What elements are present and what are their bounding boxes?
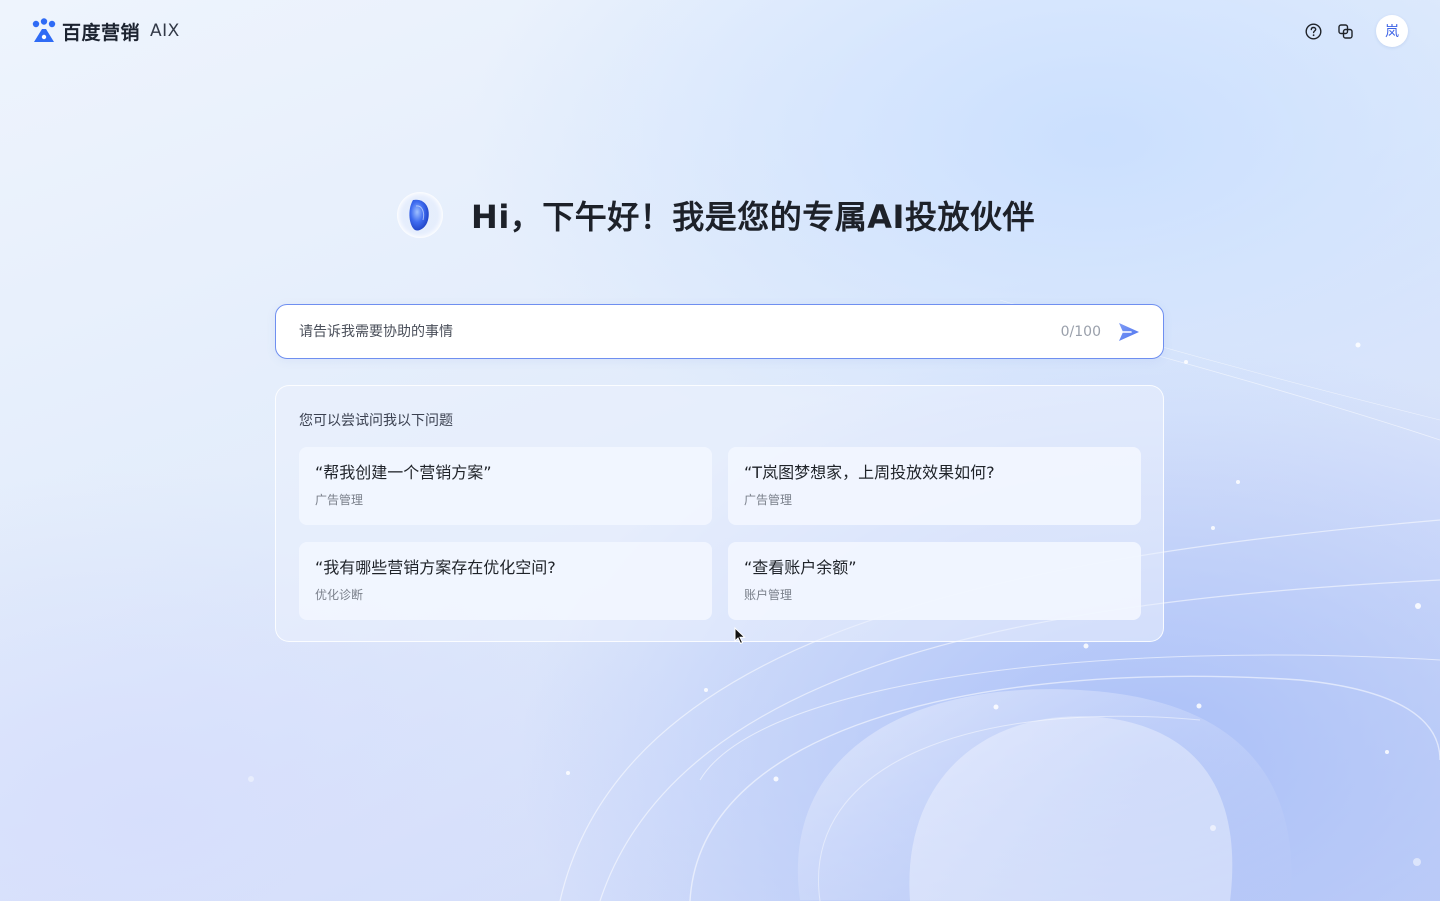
header-actions: 岚 <box>1304 15 1408 47</box>
send-icon <box>1119 322 1139 341</box>
brand-logo[interactable]: 百度营销 AIX <box>30 18 180 45</box>
suggestion-question: “帮我创建一个营销方案” <box>315 463 492 482</box>
suggestion-category: 账户管理 <box>744 588 793 602</box>
mouse-cursor-icon <box>734 627 746 645</box>
send-button[interactable] <box>1117 320 1141 344</box>
brand-name: 百度营销 <box>62 21 141 44</box>
help-icon[interactable] <box>1304 22 1322 40</box>
char-counter: 0/100 <box>1060 323 1101 340</box>
suggestion-card[interactable]: “我有哪些营销方案存在优化空间? 优化诊断 <box>299 542 712 620</box>
suggestion-category: 广告管理 <box>744 493 793 507</box>
suggestion-question: “我有哪些营销方案存在优化空间? <box>315 558 556 577</box>
suggestion-card[interactable]: “查看账户余额” 账户管理 <box>728 542 1141 620</box>
suggestions-panel: 您可以尝试问我以下问题 “帮我创建一个营销方案” 广告管理 “T岚图梦想家，上周… <box>275 385 1164 642</box>
suggestion-list: “帮我创建一个营销方案” 广告管理 “T岚图梦想家，上周投放效果如何? 广告管理… <box>299 447 1141 620</box>
suggestion-card[interactable]: “帮我创建一个营销方案” 广告管理 <box>299 447 712 525</box>
brand-suffix: AIX <box>150 21 180 41</box>
baidu-paw-logo-icon <box>32 18 56 42</box>
suggestion-category: 广告管理 <box>315 493 364 507</box>
ai-orb-icon <box>397 192 444 238</box>
top-header: 百度营销 AIX 岚 <box>0 0 1440 62</box>
suggestion-card[interactable]: “T岚图梦想家，上周投放效果如何? 广告管理 <box>728 447 1141 525</box>
switch-icon[interactable] <box>1336 22 1354 40</box>
chat-input[interactable] <box>299 323 1061 340</box>
user-avatar[interactable]: 岚 <box>1376 15 1408 47</box>
greeting-title: Hi，下午好！我是您的专属AI投放伙伴 <box>471 198 1035 236</box>
suggestion-category: 优化诊断 <box>315 588 364 602</box>
suggestion-question: “查看账户余额” <box>744 558 857 577</box>
chat-input-box: 0/100 <box>275 304 1164 359</box>
suggestions-title: 您可以尝试问我以下问题 <box>299 413 453 429</box>
suggestion-question: “T岚图梦想家，上周投放效果如何? <box>744 463 995 482</box>
greeting-section: Hi，下午好！我是您的专属AI投放伙伴 <box>0 190 1440 240</box>
